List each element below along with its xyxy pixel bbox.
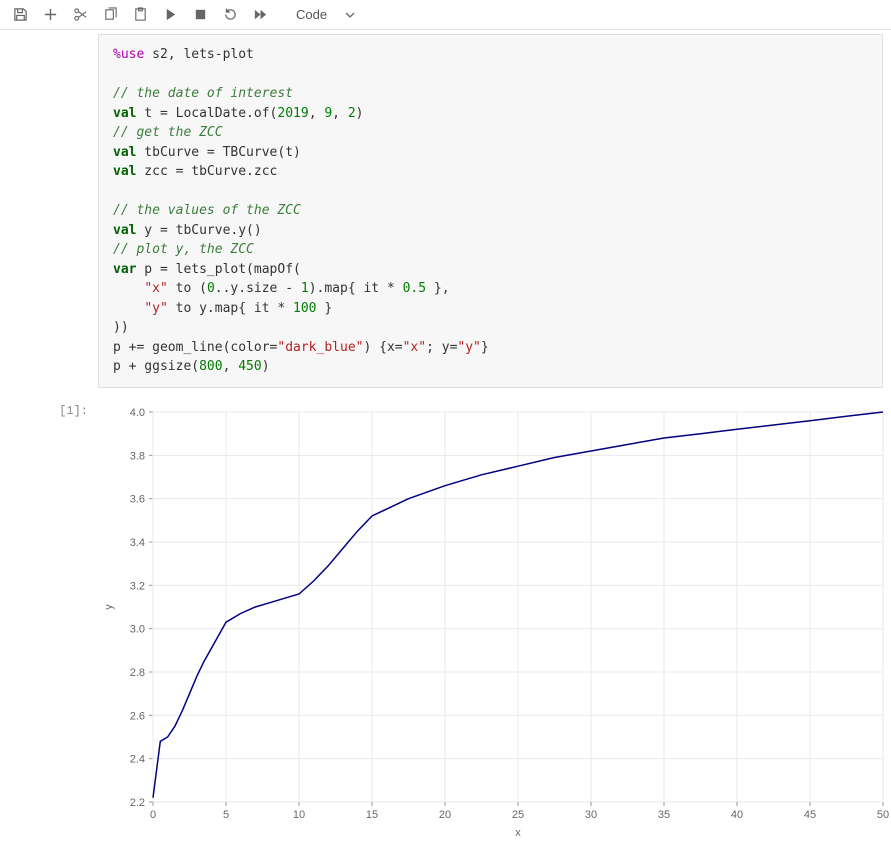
svg-text:0: 0 — [150, 809, 156, 821]
svg-text:3.4: 3.4 — [130, 537, 145, 549]
input-prompt — [0, 30, 98, 392]
svg-text:2.4: 2.4 — [130, 753, 145, 765]
svg-text:x: x — [515, 827, 521, 839]
play-icon — [163, 7, 178, 22]
fastforward-icon — [253, 7, 268, 22]
svg-text:35: 35 — [658, 809, 670, 821]
cut-button[interactable] — [68, 3, 92, 27]
svg-text:40: 40 — [731, 809, 743, 821]
notebook: %use s2, lets-plot // the date of intere… — [0, 30, 891, 866]
output-cell: [1]: 2.2 2.4 2.6 2.8 3.0 3.2 3.4 3.6 3.8 4.0 0 5 10 1… — [0, 398, 891, 846]
svg-text:25: 25 — [512, 809, 524, 821]
celltype-label: Code — [296, 7, 327, 22]
run-all-button[interactable] — [248, 3, 272, 27]
stop-button[interactable] — [188, 3, 212, 27]
svg-text:2.2: 2.2 — [130, 797, 145, 809]
code-editor[interactable]: %use s2, lets-plot // the date of intere… — [98, 34, 883, 388]
insert-button[interactable] — [38, 3, 62, 27]
svg-text:3.8: 3.8 — [130, 450, 145, 462]
svg-text:10: 10 — [293, 809, 305, 821]
save-button[interactable] — [8, 3, 32, 27]
stop-icon — [193, 7, 208, 22]
line-chart: 2.2 2.4 2.6 2.8 3.0 3.2 3.4 3.6 3.8 4.0 0 5 10 15 20 25… — [98, 402, 891, 842]
svg-text:2.8: 2.8 — [130, 667, 145, 679]
plus-icon — [43, 7, 58, 22]
svg-text:30: 30 — [585, 809, 597, 821]
copy-icon — [103, 7, 118, 22]
restart-icon — [223, 7, 238, 22]
svg-text:20: 20 — [439, 809, 451, 821]
toolbar: Code — [0, 0, 891, 30]
svg-text:45: 45 — [804, 809, 816, 821]
paste-button[interactable] — [128, 3, 152, 27]
output-prompt: [1]: — [0, 398, 98, 846]
scissors-icon — [73, 7, 88, 22]
svg-text:15: 15 — [366, 809, 378, 821]
copy-button[interactable] — [98, 3, 122, 27]
svg-text:3.2: 3.2 — [130, 580, 145, 592]
svg-text:50: 50 — [877, 809, 889, 821]
svg-text:3.6: 3.6 — [130, 493, 145, 505]
chevron-down-icon — [345, 10, 355, 20]
svg-text:y: y — [103, 603, 115, 609]
svg-text:2.6: 2.6 — [130, 710, 145, 722]
save-icon — [13, 7, 28, 22]
svg-text:3.0: 3.0 — [130, 623, 145, 635]
svg-text:4.0: 4.0 — [130, 407, 145, 419]
celltype-select[interactable]: Code — [290, 5, 361, 24]
run-button[interactable] — [158, 3, 182, 27]
restart-button[interactable] — [218, 3, 242, 27]
plot-output: 2.2 2.4 2.6 2.8 3.0 3.2 3.4 3.6 3.8 4.0 0 5 10 15 20 25… — [98, 398, 891, 846]
svg-text:5: 5 — [223, 809, 229, 821]
clipboard-icon — [133, 7, 148, 22]
code-cell: %use s2, lets-plot // the date of intere… — [0, 30, 891, 392]
